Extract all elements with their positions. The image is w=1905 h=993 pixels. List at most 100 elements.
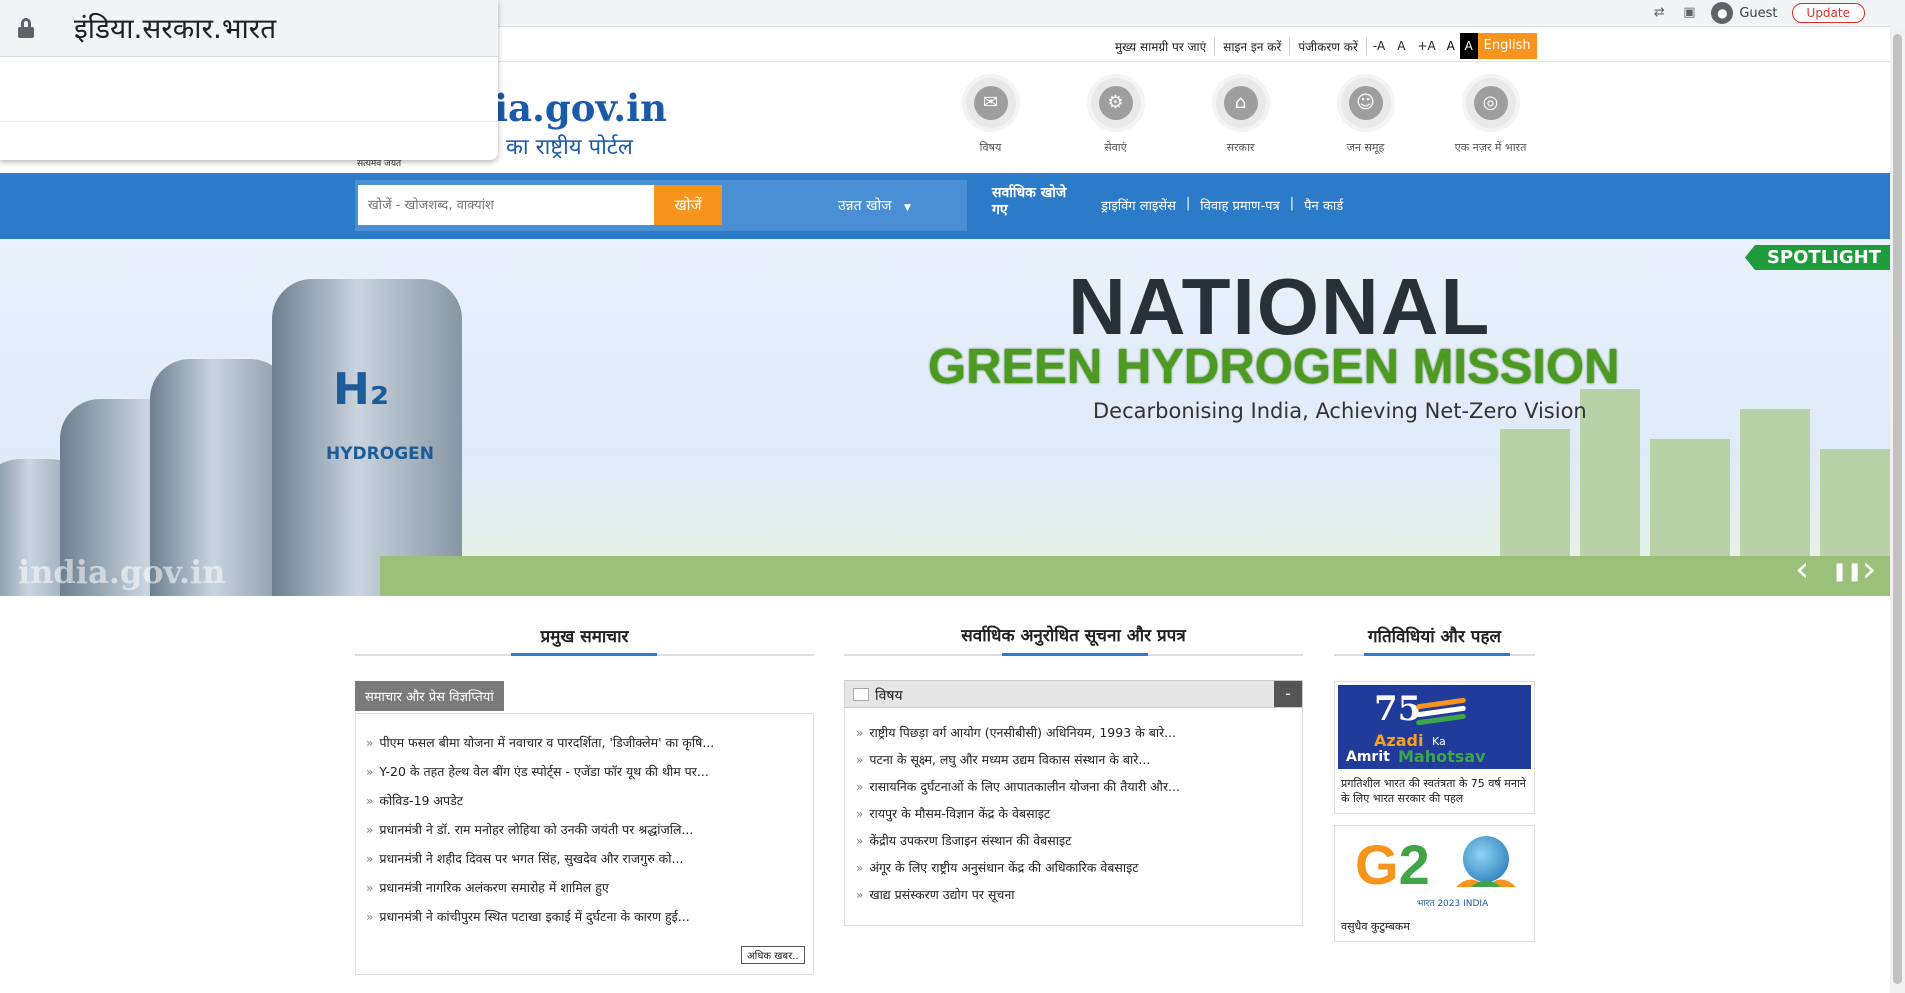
skip-to-main-link[interactable]: मुख्य सामग्री पर जाएं (1107, 37, 1216, 55)
banner-tagline: Decarbonising India, Achieving Net-Zero … (1093, 399, 1587, 423)
utility-bar: मुख्य सामग्री पर जाएं साइन इन करें पंजीक… (1107, 33, 1537, 59)
omnibox-suggestion[interactable] (0, 57, 498, 122)
requested-item[interactable]: » राष्ट्रीय पिछड़ा वर्ग आयोग (एनसीबीसी) अ… (856, 719, 1180, 746)
advanced-search-label: उन्नत खोज (838, 198, 892, 214)
target-icon: ◎ (1473, 86, 1508, 120)
requested-list: » राष्ट्रीय पिछड़ा वर्ग आयोग (एनसीबीसी) अ… (856, 719, 1180, 908)
tank-hydrogen-label: HYDROGEN (326, 444, 434, 464)
activities-heading-rule (1334, 653, 1535, 656)
azadi-ka-amrit-mahotsav-logo: 75 Azadi Ka Amrit Mahotsav (1338, 685, 1531, 769)
news-item-text: प्रधानमंत्री ने शहीद दिवस पर भगत सिंह, स… (379, 851, 684, 866)
category-people-groups[interactable]: ☺ जन समूह (1303, 74, 1428, 155)
requested-item[interactable]: » पटना के सूक्ष्म, लघु और मध्यम उद्यम विक… (856, 746, 1180, 773)
profile-button[interactable]: ● Guest (1711, 2, 1778, 24)
font-normal-button[interactable]: A (1391, 39, 1411, 53)
logo-number: 75 (1374, 689, 1422, 729)
double-chevron-icon: » (366, 765, 374, 779)
news-item[interactable]: » प्रधानमंत्री ने डॉ. राम मनोहर लोहिया को… (366, 815, 714, 844)
g20-caption: वसुधैव कुटुम्बकम (1341, 920, 1410, 933)
advanced-search-dropdown[interactable]: उन्नत खोज ▼ (838, 196, 911, 215)
quick-links: ड्राइविंग लाइसेंस | विवाह प्रमाण-पत्र | … (1101, 196, 1343, 214)
caret-down-icon: ▼ (904, 203, 911, 213)
language-english-button[interactable]: English (1477, 33, 1537, 59)
category-government[interactable]: ⌂ सरकार (1178, 74, 1303, 155)
g20-card[interactable]: G2 भारत 2023 INDIA वसुधैव कुटुम्बकम (1334, 825, 1535, 942)
category-label: जन समूह (1346, 141, 1385, 154)
register-link[interactable]: पंजीकरण करें (1290, 37, 1367, 55)
translate-icon[interactable]: ⇄ (1651, 6, 1667, 20)
separator: | (1289, 196, 1295, 211)
omnibox-row[interactable]: इंडिया.सरकार.भारत (0, 0, 498, 57)
double-chevron-icon: » (856, 780, 864, 794)
requested-item-text: केंद्रीय उपकरण डिजाइन संस्थान की वेबसाइट (869, 833, 1072, 848)
prev-arrow-icon[interactable]: ‹ (1795, 549, 1809, 590)
news-item[interactable]: » प्रधानमंत्री नागरिक अलंकरण समारोह में श… (366, 873, 714, 902)
search-button[interactable]: खोजें (654, 185, 722, 225)
quick-link-marriage-certificate[interactable]: विवाह प्रमाण-पत्र (1200, 196, 1279, 214)
search-input[interactable] (358, 185, 654, 225)
requested-item-text: पटना के सूक्ष्म, लघु और मध्यम उद्यम विका… (869, 752, 1151, 767)
chat-icon: ✉ (973, 86, 1008, 120)
double-chevron-icon: » (856, 834, 864, 848)
news-item[interactable]: » प्रधानमंत्री ने कांचीपुरम स्थित पटाखा इ… (366, 902, 714, 931)
separator: | (1185, 196, 1191, 211)
spotlight-banner[interactable]: H₂ HYDROGEN NATIONAL GREEN HYDROGEN MISS… (0, 239, 1895, 596)
sign-in-link[interactable]: साइन इन करें (1215, 37, 1291, 55)
font-decrease-button[interactable]: -A (1367, 39, 1391, 53)
double-chevron-icon: » (366, 794, 374, 808)
news-item[interactable]: » प्रधानमंत्री ने शहीद दिवस पर भगत सिंह, … (366, 844, 714, 873)
requested-item-text: रायपुर के मौसम-विज्ञान केंद्र के वेबसाइट (869, 806, 1051, 821)
category-label: सरकार (1226, 141, 1255, 154)
requested-item[interactable]: » खाद्य प्रसंस्करण उद्योग पर सूचना (856, 881, 1180, 908)
news-item-text: प्रधानमंत्री ने डॉ. राम मनोहर लोहिया को … (379, 822, 694, 837)
page-scrollbar[interactable] (1890, 26, 1905, 993)
contrast-normal-button[interactable]: A (1441, 33, 1460, 59)
g20-logo: G2 (1355, 832, 1430, 897)
next-arrow-icon[interactable]: › (1862, 549, 1876, 590)
more-news-button[interactable]: अधिक खबर.. (741, 946, 805, 964)
news-item[interactable]: » कोविड-19 अपडेट (366, 786, 714, 815)
news-item-text: प्रधानमंत्री नागरिक अलंकरण समारोह में शा… (379, 880, 609, 895)
scrollbar-thumb[interactable] (1893, 34, 1902, 984)
font-increase-button[interactable]: +A (1411, 39, 1441, 53)
url-text[interactable]: इंडिया.सरकार.भारत (74, 9, 276, 47)
quick-link-driving-license[interactable]: ड्राइविंग लाइसेंस (1101, 196, 1176, 214)
news-heading: प्रमुख समाचार (540, 627, 629, 647)
pause-icon[interactable]: ❚❚ (1832, 561, 1862, 582)
double-chevron-icon: » (856, 753, 864, 767)
gear-icon: ⚙ (1098, 86, 1133, 120)
site-logo-subtitle: का राष्ट्रीय पोर्टल (506, 135, 633, 160)
site-logo-text[interactable]: ia.gov.in (494, 86, 667, 130)
side-panel-icon[interactable]: ▣ (1681, 6, 1697, 20)
news-tab[interactable]: समाचार और प्रेस विज्ञप्तियां (355, 681, 504, 711)
logo-word: Mahotsav (1398, 747, 1486, 766)
tank-h2-label: H₂ (333, 364, 390, 415)
requested-item-text: खाद्य प्रसंस्करण उद्योग पर सूचना (869, 887, 1015, 902)
requested-item[interactable]: » रायपुर के मौसम-विज्ञान केंद्र के वेबसाइ… (856, 800, 1180, 827)
collapse-button[interactable]: - (1274, 681, 1302, 707)
ground-illustration (380, 556, 1895, 596)
lotus-icon (1456, 879, 1516, 887)
category-topics[interactable]: ✉ विषय (928, 74, 1053, 155)
quick-link-pan-card[interactable]: पैन कार्ड (1304, 196, 1343, 214)
requested-item[interactable]: » रासायनिक दुर्घटनाओं के लिए आपातकालीन यो… (856, 773, 1180, 800)
category-services[interactable]: ⚙ सेवाएं (1053, 74, 1178, 155)
double-chevron-icon: » (856, 726, 864, 740)
category-india-at-glance[interactable]: ◎ एक नज़र में भारत (1428, 74, 1553, 155)
update-button[interactable]: Update (1791, 3, 1865, 23)
lock-icon[interactable] (18, 18, 34, 38)
double-chevron-icon: » (366, 823, 374, 837)
building-icon: ⌂ (1223, 86, 1258, 120)
topic-accordion-header[interactable]: विषय - (844, 680, 1303, 708)
news-item[interactable]: » पीएम फसल बीमा योजना में नवाचार व पारदर्… (366, 728, 714, 757)
contrast-high-button[interactable]: A (1459, 33, 1478, 59)
requested-item-text: राष्ट्रीय पिछड़ा वर्ग आयोग (एनसीबीसी) अध… (869, 725, 1177, 740)
requested-item[interactable]: » केंद्रीय उपकरण डिजाइन संस्थान की वेबसाइ… (856, 827, 1180, 854)
news-item[interactable]: » Y-20 के तहत हेल्थ वेल बींग एंड स्पोर्ट्… (366, 757, 714, 786)
requested-item[interactable]: » अंगूर के लिए राष्ट्रीय अनुसंधान केंद्र … (856, 854, 1180, 881)
activities-heading: गतिविधियां और पहल (1367, 627, 1502, 647)
double-chevron-icon: » (856, 807, 864, 821)
topic-title: विषय (875, 688, 903, 704)
azadi-card[interactable]: 75 Azadi Ka Amrit Mahotsav प्रगतिशील भार… (1334, 681, 1535, 814)
g20-subtitle: भारत 2023 INDIA (1417, 899, 1489, 909)
